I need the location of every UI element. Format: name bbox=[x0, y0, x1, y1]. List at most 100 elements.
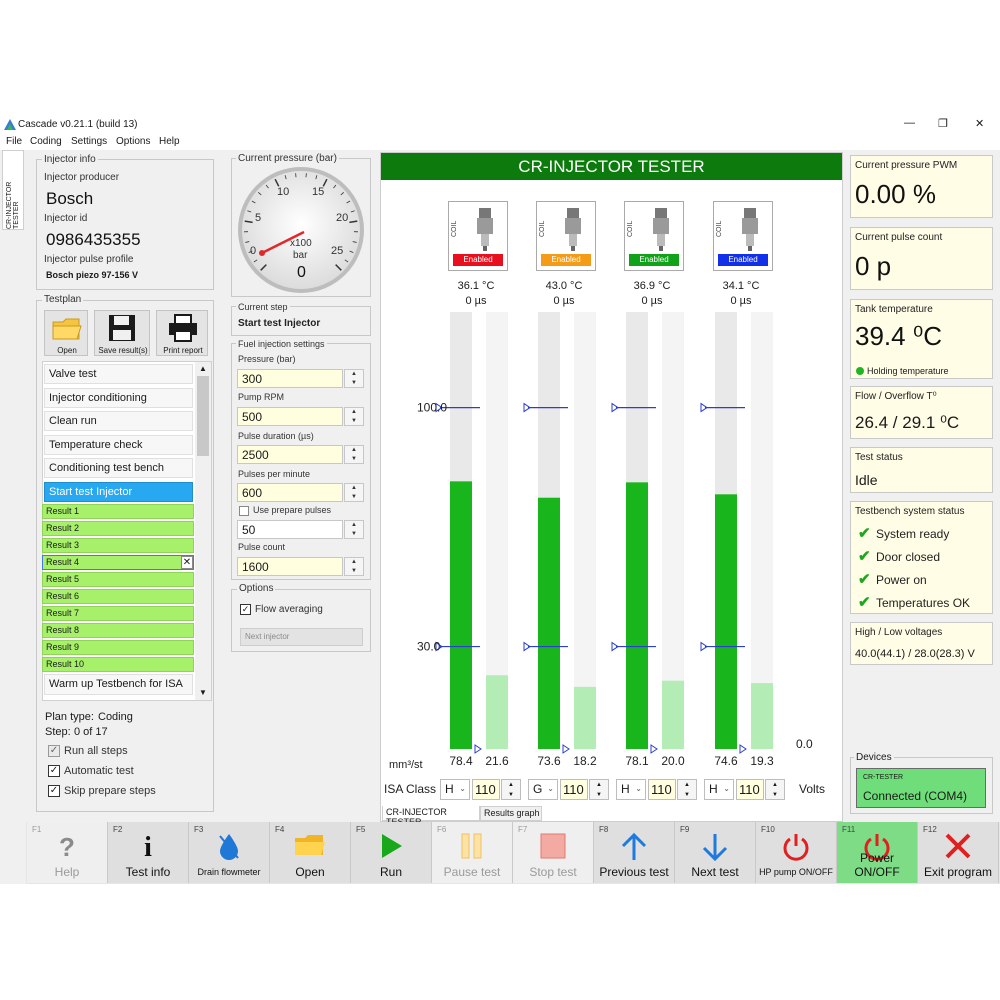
fkey-f7-button[interactable]: F7 Stop test bbox=[513, 822, 594, 883]
prepare-pulses-stepper[interactable]: ▲ ▼ bbox=[344, 520, 364, 539]
testplan-item-temperature-check[interactable]: Temperature check bbox=[44, 435, 193, 455]
prepare-pulses-input[interactable]: 50 bbox=[237, 520, 343, 539]
isa-class-select[interactable]: H ⌄ bbox=[616, 779, 646, 800]
device-cr-tester[interactable]: CR-TESTER Connected (COM4) bbox=[856, 768, 986, 808]
arrow-down-small-icon[interactable]: ▼ bbox=[345, 493, 363, 502]
fkey-f11-button[interactable]: F11 Power ON/OFF bbox=[837, 822, 918, 883]
result-item-selected[interactable]: Result 4 bbox=[42, 555, 194, 570]
arrow-down-small-icon[interactable]: ▼ bbox=[766, 790, 784, 800]
isa-voltage-stepper[interactable]: ▲ ▼ bbox=[501, 779, 521, 800]
save-results-button[interactable]: Save result(s) bbox=[94, 310, 150, 356]
pressure-stepper[interactable]: ▲ ▼ bbox=[344, 369, 364, 388]
skip-prepare-checkbox[interactable]: ✓ bbox=[48, 785, 60, 797]
isa-voltage-stepper[interactable]: ▲ ▼ bbox=[589, 779, 609, 800]
pulse-count-input[interactable]: 1600 bbox=[237, 557, 343, 576]
pressure-input[interactable]: 300 bbox=[237, 369, 343, 388]
testplan-item-start-test-injector[interactable]: Start test Injector bbox=[44, 482, 193, 502]
fkey-f9-button[interactable]: F9 Next test bbox=[675, 822, 756, 883]
isa-class-select[interactable]: H ⌄ bbox=[440, 779, 470, 800]
injector-coil-2[interactable]: COIL Enabled bbox=[536, 201, 596, 271]
menu-options[interactable]: Options bbox=[116, 136, 150, 147]
pulse-duration-input[interactable]: 2500 bbox=[237, 445, 343, 464]
arrow-down-small-icon[interactable]: ▼ bbox=[345, 455, 363, 464]
fkey-f12-button[interactable]: F12 Exit program bbox=[918, 822, 999, 883]
arrow-up-small-icon[interactable]: ▲ bbox=[502, 780, 520, 790]
isa-voltage-stepper[interactable]: ▲ ▼ bbox=[765, 779, 785, 800]
tab-cr-injector-tester[interactable]: CR-INJECTOR TESTER bbox=[382, 806, 480, 827]
tab-results-graph[interactable]: Results graph bbox=[480, 806, 542, 821]
isa-voltage-input[interactable]: 110 bbox=[736, 779, 764, 800]
pulse-duration-stepper[interactable]: ▲ ▼ bbox=[344, 445, 364, 464]
fkey-f6-button[interactable]: F6 Pause test bbox=[432, 822, 513, 883]
result-item[interactable]: Result 1 bbox=[42, 504, 194, 519]
arrow-up-small-icon[interactable]: ▲ bbox=[678, 780, 696, 790]
testplan-item-valve-test[interactable]: Valve test bbox=[44, 364, 193, 384]
pulses-per-minute-stepper[interactable]: ▲ ▼ bbox=[344, 483, 364, 502]
fkey-f3-button[interactable]: F3 Drain flowmeter bbox=[189, 822, 270, 883]
testplan-item-injector-conditioning[interactable]: Injector conditioning bbox=[44, 388, 193, 408]
scrollbar-thumb[interactable] bbox=[197, 376, 209, 456]
arrow-down-small-icon[interactable]: ▼ bbox=[502, 790, 520, 800]
arrow-down-small-icon[interactable]: ▼ bbox=[345, 567, 363, 576]
result-item[interactable]: Result 3 bbox=[42, 538, 194, 553]
pulses-per-minute-input[interactable]: 600 bbox=[237, 483, 343, 502]
arrow-up-small-icon[interactable]: ▲ bbox=[345, 370, 363, 379]
testplan-item-conditioning-test-bench[interactable]: Conditioning test bench bbox=[44, 458, 193, 478]
arrow-up-small-icon[interactable]: ▲ bbox=[345, 446, 363, 455]
fkey-f5-button[interactable]: F5 Run bbox=[351, 822, 432, 883]
result-item[interactable]: Result 10 bbox=[42, 657, 194, 672]
injector-coil-4[interactable]: COIL Enabled bbox=[713, 201, 773, 271]
use-prepare-pulses-checkbox[interactable] bbox=[239, 506, 249, 516]
result-item[interactable]: Result 9 bbox=[42, 640, 194, 655]
scroll-up-icon[interactable]: ▲ bbox=[199, 364, 207, 373]
scroll-down-icon[interactable]: ▼ bbox=[199, 688, 207, 697]
testplan-scrollbar[interactable]: ▲ ▼ bbox=[195, 362, 211, 700]
injector-coil-3[interactable]: COIL Enabled bbox=[624, 201, 684, 271]
minimize-button[interactable]: — bbox=[904, 117, 915, 129]
injector-coil-1[interactable]: COIL Enabled bbox=[448, 201, 508, 271]
pump-rpm-stepper[interactable]: ▲ ▼ bbox=[344, 407, 364, 426]
pulse-count-stepper[interactable]: ▲ ▼ bbox=[344, 557, 364, 576]
isa-voltage-input[interactable]: 110 bbox=[472, 779, 500, 800]
run-all-steps-checkbox[interactable]: ✓ bbox=[48, 745, 60, 757]
maximize-button[interactable]: ❐ bbox=[938, 117, 948, 130]
fkey-f10-button[interactable]: F10 HP pump ON/OFF bbox=[756, 822, 837, 883]
menu-help[interactable]: Help bbox=[159, 136, 180, 147]
close-button[interactable]: ✕ bbox=[975, 117, 984, 130]
arrow-down-small-icon[interactable]: ▼ bbox=[345, 417, 363, 426]
arrow-up-small-icon[interactable]: ▲ bbox=[590, 780, 608, 790]
fkey-f8-button[interactable]: F8 Previous test bbox=[594, 822, 675, 883]
isa-class-select[interactable]: H ⌄ bbox=[704, 779, 734, 800]
arrow-down-small-icon[interactable]: ▼ bbox=[678, 790, 696, 800]
isa-voltage-stepper[interactable]: ▲ ▼ bbox=[677, 779, 697, 800]
menu-file[interactable]: File bbox=[6, 136, 22, 147]
fkey-f4-button[interactable]: F4 Open bbox=[270, 822, 351, 883]
result-item[interactable]: Result 8 bbox=[42, 623, 194, 638]
pump-rpm-input[interactable]: 500 bbox=[237, 407, 343, 426]
next-injector-button[interactable]: Next injector bbox=[240, 628, 363, 646]
result-item[interactable]: Result 6 bbox=[42, 589, 194, 604]
automatic-test-checkbox[interactable]: ✓ bbox=[48, 765, 60, 777]
fkey-f2-button[interactable]: F2 i Test info bbox=[108, 822, 189, 883]
menu-coding[interactable]: Coding bbox=[30, 136, 62, 147]
print-report-button[interactable]: Print report bbox=[156, 310, 208, 356]
testplan-item-clean-run[interactable]: Clean run bbox=[44, 411, 193, 431]
result-close-icon[interactable]: ✕ bbox=[181, 556, 193, 569]
arrow-up-small-icon[interactable]: ▲ bbox=[345, 521, 363, 530]
arrow-up-small-icon[interactable]: ▲ bbox=[345, 484, 363, 493]
flow-averaging-checkbox[interactable]: ✓ bbox=[240, 604, 251, 615]
arrow-down-small-icon[interactable]: ▼ bbox=[345, 530, 363, 539]
side-tab-cr-injector-tester[interactable]: CR-INJECTOR TESTER bbox=[2, 150, 24, 230]
isa-voltage-input[interactable]: 110 bbox=[560, 779, 588, 800]
arrow-up-small-icon[interactable]: ▲ bbox=[345, 408, 363, 417]
isa-class-select[interactable]: G ⌄ bbox=[528, 779, 558, 800]
result-item[interactable]: Result 5 bbox=[42, 572, 194, 587]
open-plan-button[interactable]: Open bbox=[44, 310, 88, 356]
result-item[interactable]: Result 7 bbox=[42, 606, 194, 621]
result-item[interactable]: Result 2 bbox=[42, 521, 194, 536]
arrow-up-small-icon[interactable]: ▲ bbox=[766, 780, 784, 790]
arrow-down-small-icon[interactable]: ▼ bbox=[345, 379, 363, 388]
fkey-f1-button[interactable]: F1? Help bbox=[27, 822, 108, 883]
menu-settings[interactable]: Settings bbox=[71, 136, 107, 147]
arrow-up-small-icon[interactable]: ▲ bbox=[345, 558, 363, 567]
